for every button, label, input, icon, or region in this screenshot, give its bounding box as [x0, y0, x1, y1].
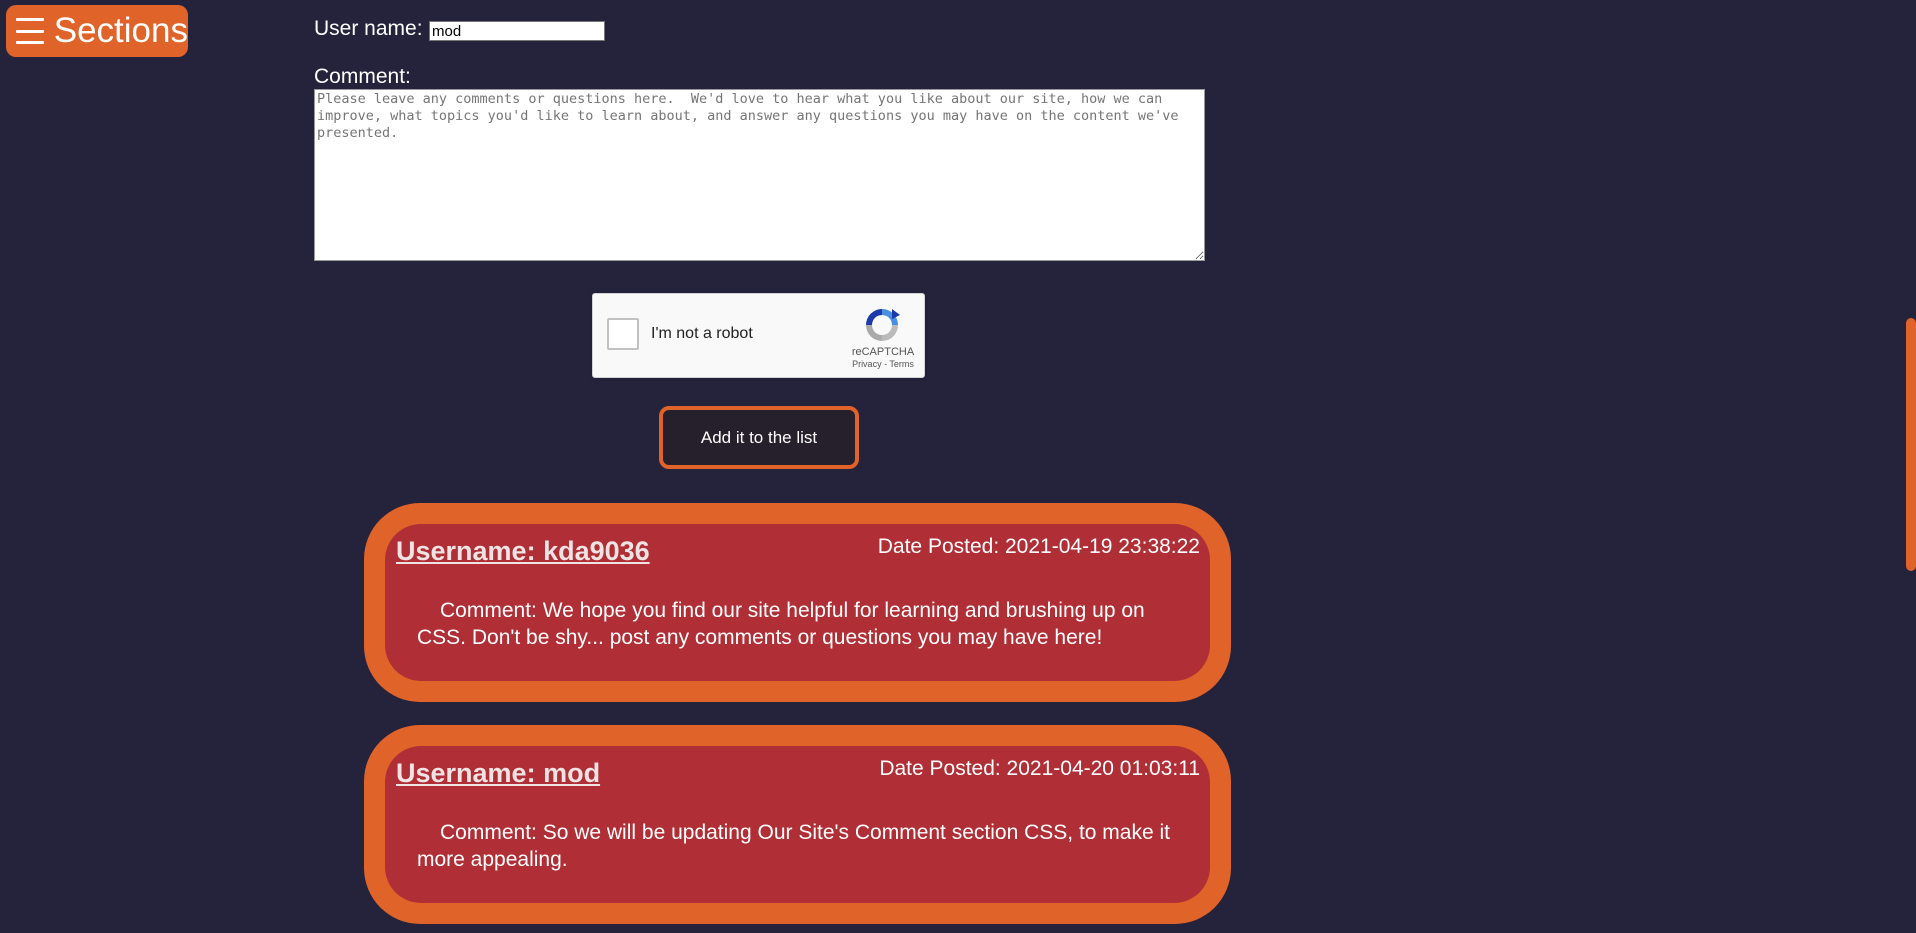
sections-menu-button[interactable]: Sections: [6, 5, 188, 57]
recaptcha-terms-link[interactable]: Terms: [889, 359, 914, 369]
comment-username-link[interactable]: Username: kda9036: [396, 536, 650, 567]
hamburger-menu-icon: [16, 18, 44, 44]
comment-text: Comment: So we will be updating Our Site…: [417, 821, 1170, 871]
comment-label: Comment:: [314, 65, 411, 88]
recaptcha-widget: I'm not a robot reCAPTCHA Privacy - Term…: [592, 293, 925, 378]
username-input[interactable]: [429, 21, 605, 41]
recaptcha-privacy-link[interactable]: Privacy: [852, 359, 882, 369]
sections-label: Sections: [53, 11, 188, 50]
comment-date: Date Posted: 2021-04-20 01:03:11: [879, 757, 1200, 780]
comment-textarea[interactable]: [314, 89, 1205, 261]
comment-text: Comment: We hope you find our site helpf…: [417, 599, 1145, 649]
recaptcha-checkbox[interactable]: [607, 318, 639, 350]
recaptcha-label: I'm not a robot: [651, 325, 753, 342]
username-label: User name:: [314, 17, 423, 40]
comment-username-link[interactable]: Username: mod: [396, 758, 600, 789]
add-comment-button[interactable]: Add it to the list: [659, 406, 859, 469]
comment-body: Username: kda9036 Date Posted: 2021-04-1…: [385, 524, 1210, 681]
comment-date: Date Posted: 2021-04-19 23:38:22: [877, 535, 1200, 558]
recaptcha-brand: reCAPTCHA: [851, 346, 915, 358]
recaptcha-logo-icon: [866, 309, 900, 341]
comment-card: Username: mod Date Posted: 2021-04-20 01…: [364, 725, 1231, 924]
recaptcha-links: Privacy - Terms: [843, 359, 923, 369]
comment-card: Username: kda9036 Date Posted: 2021-04-1…: [364, 503, 1231, 702]
page-scrollbar-thumb[interactable]: [1906, 318, 1916, 571]
comment-body: Username: mod Date Posted: 2021-04-20 01…: [385, 746, 1210, 903]
